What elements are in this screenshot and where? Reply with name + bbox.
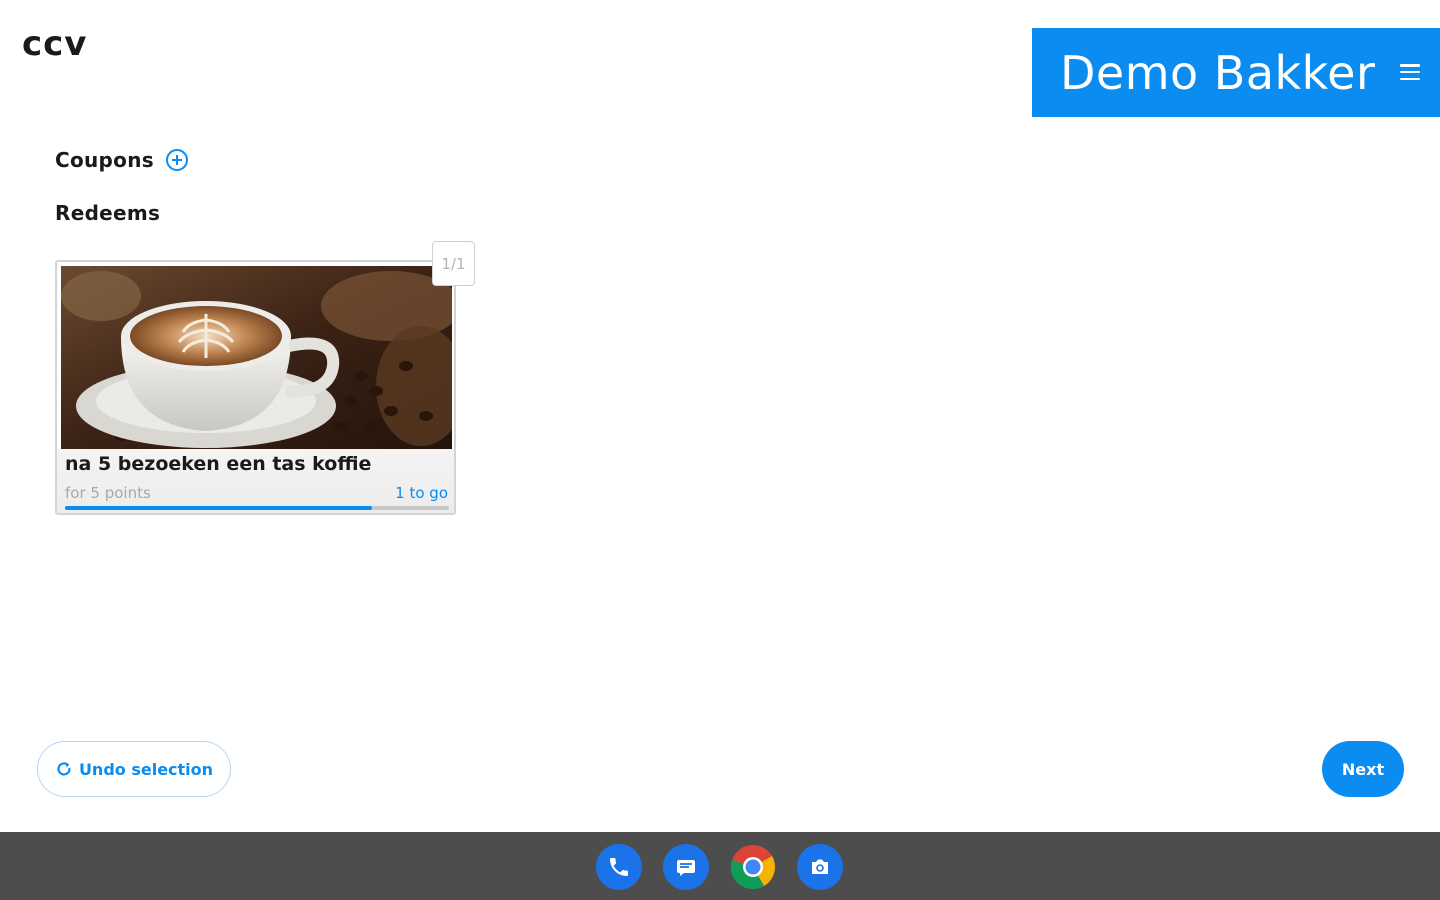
system-taskbar <box>0 832 1440 900</box>
coffee-photo-illustration <box>61 266 452 449</box>
chrome-icon[interactable] <box>730 844 776 890</box>
merchant-name: Demo Bakker <box>1060 45 1376 100</box>
redeems-section-header: Redeems <box>55 201 160 225</box>
camera-icon[interactable] <box>797 844 843 890</box>
coffee-latte-art-photo <box>61 266 452 449</box>
redeem-progress-bar <box>65 506 449 510</box>
redeem-points: for 5 points <box>65 484 151 502</box>
redeems-label: Redeems <box>55 201 161 225</box>
logo-text: CCV <box>22 24 88 64</box>
redeem-card[interactable]: na 5 bezoeken een tas koffie for 5 point… <box>55 260 456 515</box>
messages-icon[interactable] <box>663 844 709 890</box>
app-window: CCV Demo Bakker Coupons Redeems <box>0 0 1440 832</box>
pagination-badge: 1/1 <box>432 241 475 286</box>
phone-icon[interactable] <box>596 844 642 890</box>
ccv-logo: CCV <box>22 26 87 62</box>
plus-circle-icon[interactable] <box>165 149 188 171</box>
undo-selection-button[interactable]: Undo selection <box>37 741 231 797</box>
redeem-title: na 5 bezoeken een tas koffie <box>65 453 372 475</box>
undo-selection-label: Undo selection <box>78 759 214 779</box>
next-button[interactable]: Next <box>1322 741 1404 797</box>
coupons-section-header: Coupons <box>55 148 188 172</box>
redeem-remaining: 1 to go <box>395 484 448 502</box>
redeem-progress-fill <box>65 506 373 510</box>
refresh-icon <box>57 762 71 776</box>
coupons-label: Coupons <box>55 148 154 172</box>
app-dock <box>596 844 843 890</box>
merchant-menu-button[interactable]: Demo Bakker <box>1032 28 1440 117</box>
next-label: Next <box>1341 759 1385 779</box>
redeem-card-body: na 5 bezoeken een tas koffie for 5 point… <box>57 449 454 513</box>
hamburger-menu-icon <box>1400 64 1420 80</box>
